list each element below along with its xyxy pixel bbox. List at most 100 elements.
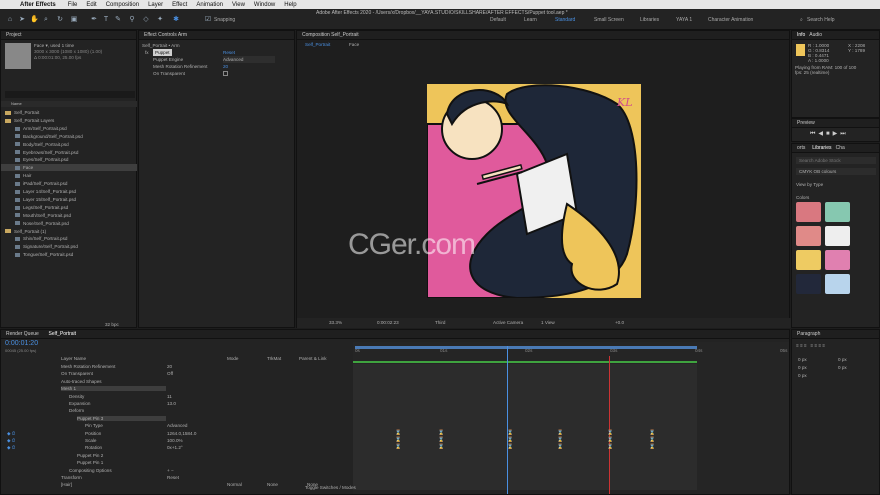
workspace-libraries[interactable]: Libraries: [640, 17, 659, 23]
timeline-row-label[interactable]: [Hair]: [61, 482, 166, 487]
project-item[interactable]: Signature/Self_Portrait.psd: [1, 243, 137, 250]
library-select[interactable]: CMYK OB colours: [796, 168, 876, 175]
project-item[interactable]: Legs/Self_Portrait.psd: [1, 204, 137, 211]
timeline-row-label[interactable]: Expansion: [69, 401, 166, 406]
timeline-row-value[interactable]: 13.0: [167, 401, 176, 406]
keyframe-icon[interactable]: ⌛: [649, 444, 655, 450]
keyframe-icon[interactable]: ⌛: [557, 430, 563, 436]
timeline-row-value[interactable]: 0x+1.2°: [167, 445, 183, 450]
audio-tab[interactable]: Audio: [809, 32, 822, 38]
project-item[interactable]: Tongue/Self_Portrait.psd: [1, 251, 137, 258]
project-tab[interactable]: Project: [1, 31, 136, 40]
timeline-row-label[interactable]: Scale: [85, 438, 166, 443]
fx-label[interactable]: fx: [145, 49, 149, 56]
timeline-row-label[interactable]: Position: [85, 431, 166, 436]
timeline-row-label[interactable]: Auto-traced Shapes: [61, 379, 166, 384]
tab-character[interactable]: Cha: [836, 145, 845, 151]
layer-mode-normal[interactable]: Normal: [227, 482, 242, 487]
brush-tool-icon[interactable]: ✎: [114, 16, 122, 24]
menu-animation[interactable]: Animation: [196, 2, 223, 8]
project-item[interactable]: Layer 14/Self_Portrait.psd: [1, 188, 137, 195]
menu-effect[interactable]: Effect: [172, 2, 187, 8]
keyframe-icon[interactable]: ⌛: [649, 437, 655, 443]
workspace-default[interactable]: Default: [490, 17, 506, 23]
stopwatch-icon[interactable]: ◆ ⏱: [7, 431, 15, 437]
keyframe-icon[interactable]: ⌛: [557, 444, 563, 450]
puppet-effect-name[interactable]: Puppet: [153, 49, 172, 56]
paragraph-tab[interactable]: Paragraph: [792, 330, 879, 339]
workspace-small-screen[interactable]: Small Screen: [594, 17, 624, 23]
color-swatch-item[interactable]: [796, 202, 821, 222]
color-swatch-item[interactable]: [796, 226, 821, 246]
keyframe-icon[interactable]: ⌛: [395, 430, 401, 436]
project-item[interactable]: Body/Self_Portrait.psd: [1, 141, 137, 148]
zoom-select[interactable]: 33.3%: [329, 319, 342, 326]
timeline-timecode[interactable]: 0:00:01:20: [5, 340, 38, 347]
timeline-row-label[interactable]: Pin Type: [85, 423, 166, 428]
info-tab[interactable]: Info: [797, 32, 805, 38]
color-swatch-item[interactable]: [796, 274, 821, 294]
puppet-tool-icon[interactable]: ✱: [172, 16, 180, 24]
keyframe-icon[interactable]: ⌛: [607, 437, 613, 443]
camera-select[interactable]: Active Camera: [493, 319, 523, 326]
view-by-type-select[interactable]: View by Type: [796, 181, 823, 188]
menu-window[interactable]: Window: [254, 2, 275, 8]
keyframe-icon[interactable]: ⌛: [395, 444, 401, 450]
eraser-tool-icon[interactable]: ◇: [142, 16, 150, 24]
project-item[interactable]: Mouth/Self_Portrait.psd: [1, 212, 137, 219]
menu-composition[interactable]: Composition: [106, 2, 139, 8]
home-icon[interactable]: ⌂: [6, 16, 14, 24]
menu-file[interactable]: File: [68, 2, 78, 8]
stopwatch-icon[interactable]: ◆ ⏱: [7, 445, 15, 451]
keyframe-icon[interactable]: ⌛: [607, 430, 613, 436]
tab-libraries[interactable]: Libraries: [812, 145, 831, 151]
color-swatch-item[interactable]: [825, 202, 850, 222]
project-item[interactable]: Shin/Self_Portrait.psd: [1, 235, 137, 242]
hand-tool-icon[interactable]: ✋: [30, 16, 39, 24]
exposure-value[interactable]: +0.0: [615, 319, 624, 326]
toggle-switches[interactable]: Toggle Switches / Modes: [305, 485, 356, 490]
on-transparent-checkbox[interactable]: [223, 71, 228, 76]
rotate-tool-icon[interactable]: ↻: [56, 16, 64, 24]
project-item[interactable]: Hair: [1, 172, 137, 179]
keyframe-icon[interactable]: ⌛: [438, 430, 444, 436]
keyframe-icon[interactable]: ⌛: [507, 437, 513, 443]
stock-search-input[interactable]: Search Adobe Stock: [796, 157, 876, 164]
workspace-learn[interactable]: Learn: [524, 17, 537, 23]
timeline-row-label[interactable]: Density: [69, 394, 166, 399]
tab-self-portrait-timeline[interactable]: Self_Portrait: [49, 331, 77, 337]
keyframe-icon[interactable]: ⌛: [438, 444, 444, 450]
search-icon[interactable]: ⌕: [800, 17, 803, 23]
colors-section[interactable]: Colors: [796, 194, 809, 201]
timeline-row-value[interactable]: 11: [167, 394, 172, 399]
project-item[interactable]: Face: [1, 164, 137, 172]
timeline-row-label[interactable]: Mesh 1: [61, 386, 166, 392]
project-item[interactable]: Self_Portrait Layers: [1, 117, 137, 124]
menu-layer[interactable]: Layer: [148, 2, 163, 8]
keyframe-icon[interactable]: ⌛: [507, 430, 513, 436]
timeline-row-value[interactable]: 1264.0,1584.0: [167, 431, 196, 436]
effect-controls-tab[interactable]: Effect Controls Arm: [139, 31, 294, 40]
timeline-row-label[interactable]: Deform: [69, 408, 166, 413]
project-search-input[interactable]: [5, 91, 135, 98]
keyframe-icon[interactable]: ⌛: [607, 444, 613, 450]
workspace-standard[interactable]: Standard: [555, 17, 575, 23]
zoom-tool-icon[interactable]: ⌕: [42, 16, 50, 24]
timeline-graph[interactable]: 0s 01s 02s 03s 04s 05s ⌛ ⌛ ⌛ ⌛ ⌛ ⌛ ⌛ ⌛ ⌛ ⌛ ⌛ ⌛ ⌛ ⌛ ⌛ ⌛ ⌛ ⌛: [353, 342, 789, 494]
color-swatch-item[interactable]: [796, 250, 821, 270]
keyframe-icon[interactable]: ⌛: [649, 430, 655, 436]
preview-tab[interactable]: Preview: [792, 119, 879, 128]
timeline-row-value[interactable]: Off: [167, 371, 173, 376]
tab-ports[interactable]: orts: [797, 145, 805, 151]
color-swatch-item[interactable]: [825, 250, 850, 270]
color-swatch-item[interactable]: [825, 274, 850, 294]
project-item[interactable]: Nose/Self_Portrait.psd: [1, 220, 137, 227]
stopwatch-icon[interactable]: ◆ ⏱: [7, 438, 15, 444]
timeline-row-value[interactable]: Reset: [167, 475, 179, 480]
timeline-row-value[interactable]: Advanced: [167, 423, 187, 428]
snapping-label[interactable]: Snapping: [214, 17, 235, 23]
keyframe-icon[interactable]: ⌛: [557, 437, 563, 443]
menu-view[interactable]: View: [232, 2, 245, 8]
timeline-row-label[interactable]: Puppet Pin 3: [77, 415, 166, 421]
workspace-character-animation[interactable]: Character Animation: [708, 17, 753, 23]
